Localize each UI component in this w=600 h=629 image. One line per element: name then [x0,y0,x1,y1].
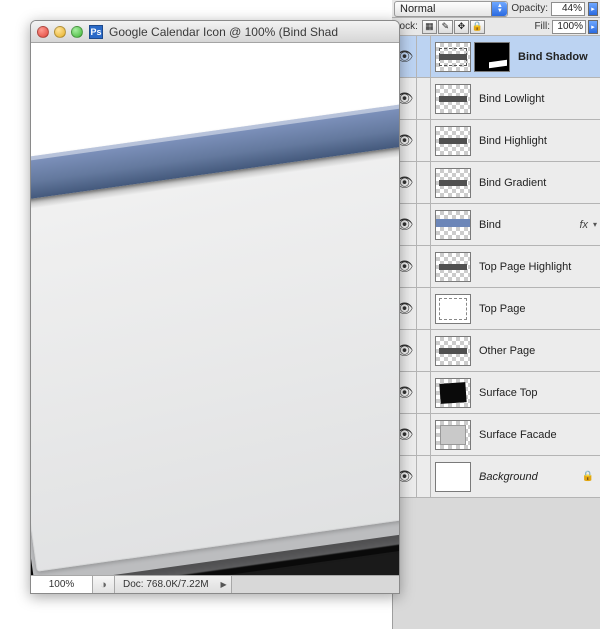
opacity-value: 44% [562,3,582,14]
layer-thumb[interactable] [435,42,471,72]
link-col [417,204,431,245]
layer-row[interactable]: 👁 Other Page [393,330,600,372]
ps-badge-icon: Ps [89,25,103,39]
link-col [417,120,431,161]
link-col [417,414,431,455]
window-title: Google Calendar Icon @ 100% (Bind Shad [109,25,338,39]
titlebar[interactable]: Ps Google Calendar Icon @ 100% (Bind Sha… [31,21,399,43]
fill-input[interactable]: 100% [552,20,586,34]
link-col [417,456,431,497]
lock-all-button[interactable]: 🔒 [470,20,485,34]
minimize-button[interactable] [54,26,66,38]
link-col [417,330,431,371]
fill-value: 100% [557,21,583,32]
link-col [417,162,431,203]
layer-thumb[interactable] [435,294,471,324]
document-window: Ps Google Calendar Icon @ 100% (Bind Sha… [30,20,400,594]
layer-name[interactable]: Top Page [471,303,600,315]
artwork [31,52,399,575]
zoom-button[interactable] [71,26,83,38]
layer-name[interactable]: Top Page Highlight [471,261,600,273]
layer-row[interactable]: 👁 Top Page [393,288,600,330]
mask-thumb[interactable] [474,42,510,72]
layers-panel: 👁 Bind Shadow 👁 Bind Lowlight 👁 Bind Hig… [392,36,600,629]
layer-name[interactable]: Surface Facade [471,429,600,441]
canvas[interactable] [31,43,399,575]
layer-name[interactable]: Surface Top [471,387,600,399]
blend-mode-select[interactable]: Normal ▲▼ [394,1,508,17]
lock-position-button[interactable]: ✥ [454,20,469,34]
layer-thumb[interactable] [435,378,471,408]
zoom-value: 100% [49,579,75,590]
layer-thumb[interactable] [435,462,471,492]
lock-fill-bar: Lock: ▦ ✎ ✥ 🔒 Fill: 100% ▸ [392,18,600,36]
link-col [417,78,431,119]
layer-thumb[interactable] [435,84,471,114]
layer-options-bar: Normal ▲▼ Opacity: 44% ▸ [392,0,600,18]
link-col [417,372,431,413]
layer-name[interactable]: Bind [471,219,579,231]
doc-size-label[interactable]: Doc: 768.0K/7.22M [115,579,217,590]
opacity-label: Opacity: [511,3,548,14]
blend-mode-value: Normal [400,3,435,15]
scroll-track[interactable] [231,576,399,593]
layer-name[interactable]: Bind Lowlight [471,93,600,105]
link-col [417,288,431,329]
layer-row[interactable]: 👁 Bind fx ▾ [393,204,600,246]
layer-thumb[interactable] [435,168,471,198]
layer-thumb[interactable] [435,210,471,240]
layer-thumb[interactable] [435,336,471,366]
opacity-flyout-icon[interactable]: ▸ [588,2,598,16]
layer-thumb[interactable] [435,126,471,156]
zoom-field[interactable]: 100% [31,576,93,593]
layer-row[interactable]: 👁 Bind Gradient [393,162,600,204]
layer-name[interactable]: Bind Highlight [471,135,600,147]
lock-icon: 🔒 [582,471,600,482]
fill-label: Fill: [534,21,550,32]
opacity-input[interactable]: 44% [551,2,585,16]
status-bar: 100% ◑ Doc: 768.0K/7.22M ▶ [31,575,399,593]
layer-name[interactable]: Bind Gradient [471,177,600,189]
layer-thumb[interactable] [435,252,471,282]
layer-row[interactable]: 👁 Surface Facade [393,414,600,456]
layer-name[interactable]: Bind Shadow [510,51,600,63]
status-preview-icon[interactable]: ◑ [93,576,115,593]
layer-row[interactable]: 👁 Bind Shadow [393,36,600,78]
link-col [417,36,431,77]
layer-row[interactable]: 👁 Background 🔒 [393,456,600,498]
link-col [417,246,431,287]
close-button[interactable] [37,26,49,38]
lock-transparency-button[interactable]: ▦ [422,20,437,34]
layer-row[interactable]: 👁 Top Page Highlight [393,246,600,288]
fx-badge[interactable]: fx [579,219,590,231]
fill-flyout-icon[interactable]: ▸ [588,20,598,34]
layer-row[interactable]: 👁 Bind Highlight [393,120,600,162]
layer-row[interactable]: 👁 Surface Top [393,372,600,414]
layer-name[interactable]: Other Page [471,345,600,357]
layer-thumb[interactable] [435,420,471,450]
layer-row[interactable]: 👁 Bind Lowlight [393,78,600,120]
status-menu-icon[interactable]: ▶ [217,580,231,589]
layer-name[interactable]: Background [471,471,582,483]
updown-icon: ▲▼ [491,2,507,16]
fx-expand-icon[interactable]: ▾ [590,220,600,229]
lock-pixels-button[interactable]: ✎ [438,20,453,34]
